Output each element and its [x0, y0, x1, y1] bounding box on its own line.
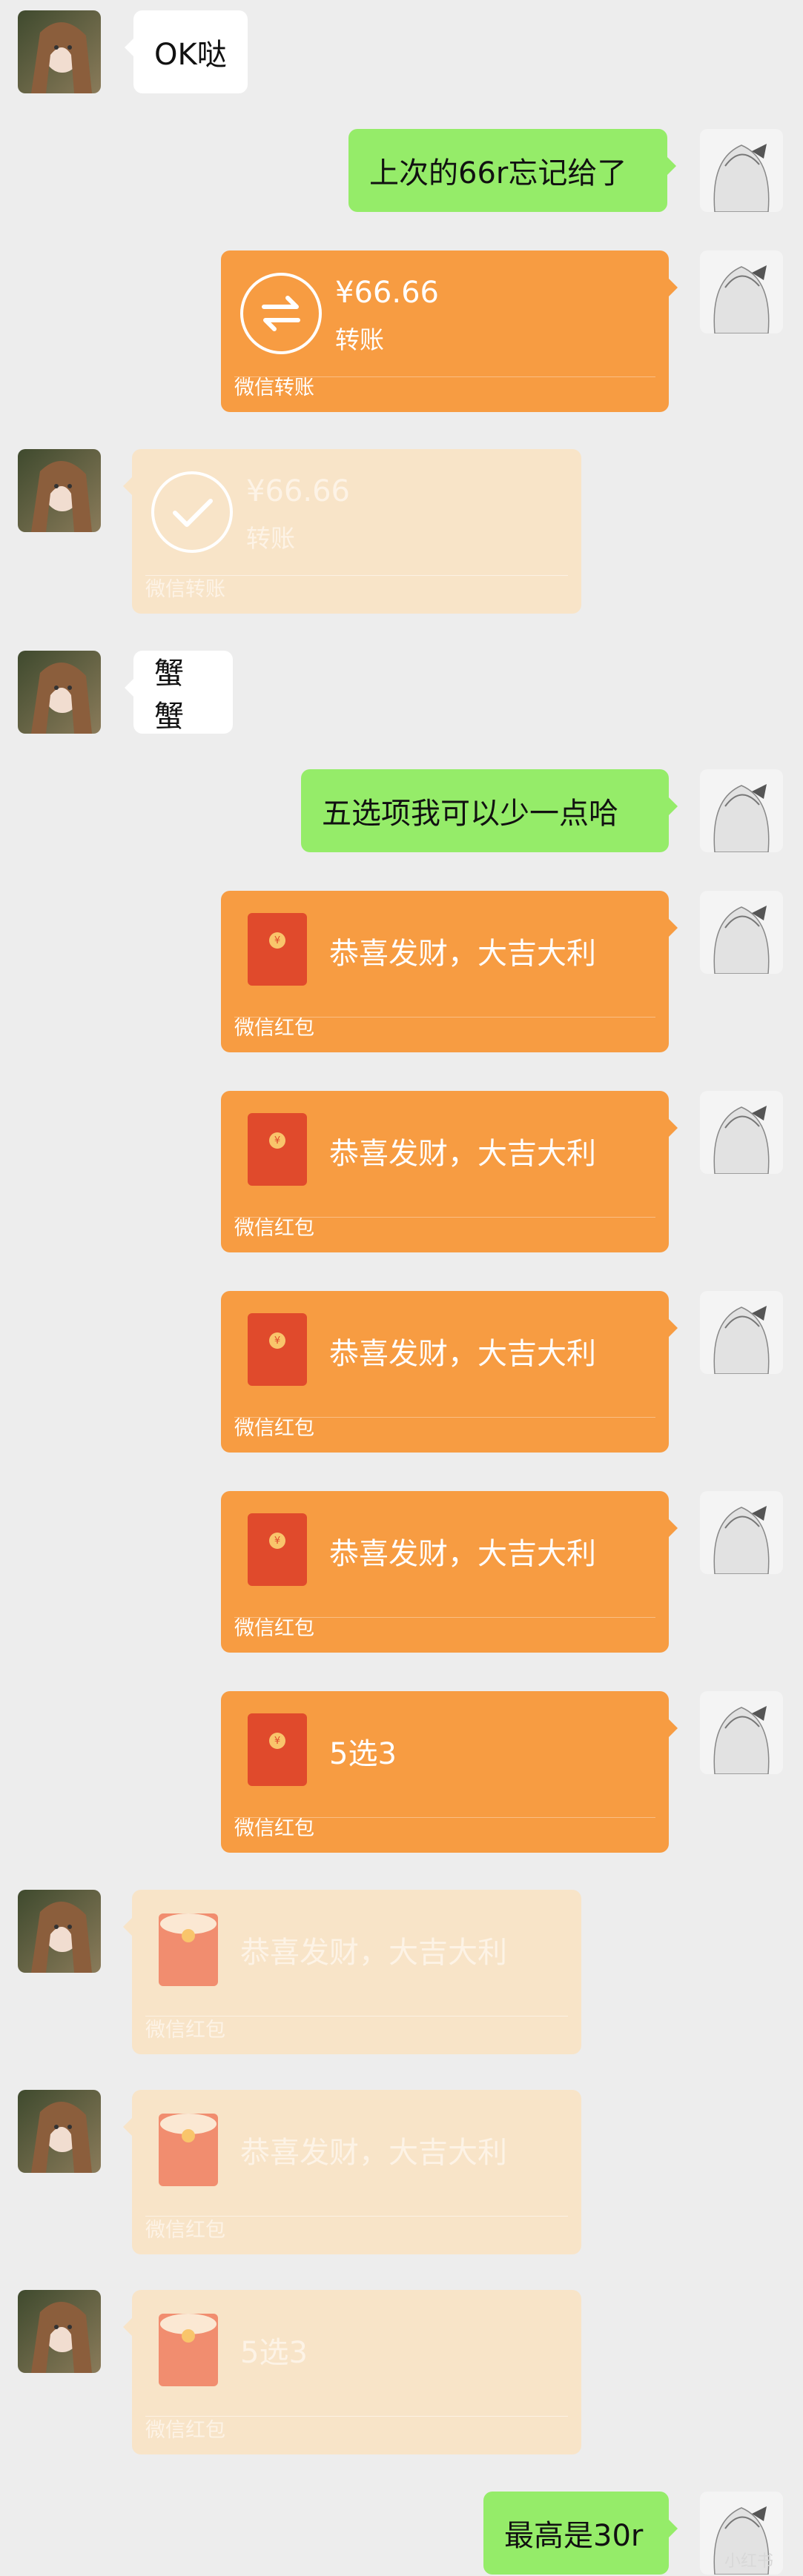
message-text: 最高是30r — [504, 2519, 644, 2553]
my-avatar[interactable] — [700, 129, 783, 212]
message-text: 上次的66r忘记给了 — [369, 156, 627, 190]
coin-icon: ¥ — [269, 1332, 285, 1349]
red-packet-icon: ¥ — [248, 1713, 307, 1786]
transfer-card-received[interactable]: ¥66.66 转账 微信转账 — [123, 449, 581, 614]
card-footer: 微信转账 — [234, 376, 314, 399]
message-text: 五选项我可以少一点哈 — [322, 797, 618, 831]
contact-avatar[interactable] — [18, 10, 101, 93]
my-avatar[interactable] — [700, 1691, 783, 1774]
message-text: 蟹蟹 — [154, 657, 184, 734]
card-footer: 微信红包 — [145, 2419, 225, 2442]
red-packet-icon: ¥ — [248, 913, 307, 986]
contact-avatar[interactable] — [18, 651, 101, 734]
red-packet-card-opened[interactable]: 恭喜发财，大吉大利 微信红包 — [123, 2090, 581, 2254]
message-bubble[interactable]: 上次的66r忘记给了 — [348, 129, 676, 212]
red-packet-title: 恭喜发财，大吉大利 — [240, 2136, 507, 2170]
card-footer: 微信红包 — [234, 1617, 314, 1640]
coin-icon: ¥ — [269, 1533, 285, 1549]
my-avatar[interactable] — [700, 1291, 783, 1374]
transfer-label: 转账 — [246, 524, 295, 553]
red-packet-card-opened[interactable]: 恭喜发财，大吉大利 微信红包 — [123, 1890, 581, 2054]
my-avatar[interactable] — [700, 1091, 783, 1174]
my-avatar[interactable] — [700, 1491, 783, 1574]
red-packet-card[interactable]: ¥ 恭喜发财，大吉大利 微信红包 — [221, 1291, 678, 1453]
transfer-amount: ¥66.66 — [246, 474, 350, 508]
red-packet-card[interactable]: ¥ 恭喜发财，大吉大利 微信红包 — [221, 891, 678, 1052]
my-avatar[interactable] — [700, 891, 783, 974]
card-footer: 微信红包 — [234, 1217, 314, 1240]
red-packet-card[interactable]: ¥ 5选3 微信红包 — [221, 1691, 678, 1853]
red-packet-icon: ¥ — [248, 1113, 307, 1186]
red-packet-card-opened[interactable]: 5选3 微信红包 — [123, 2290, 581, 2454]
check-icon — [151, 471, 233, 553]
contact-avatar[interactable] — [18, 1890, 101, 1973]
red-packet-title: 5选3 — [240, 2336, 308, 2370]
red-packet-card[interactable]: ¥ 恭喜发财，大吉大利 微信红包 — [221, 1491, 678, 1653]
message-bubble[interactable]: 最高是30r — [483, 2492, 678, 2575]
red-packet-card[interactable]: ¥ 恭喜发财，大吉大利 微信红包 — [221, 1091, 678, 1252]
transfer-label: 转账 — [335, 325, 384, 354]
red-packet-icon: ¥ — [248, 1513, 307, 1586]
opened-red-packet-icon — [159, 1913, 218, 1986]
red-packet-title: 恭喜发财，大吉大利 — [329, 1337, 596, 1371]
red-packet-icon: ¥ — [248, 1313, 307, 1386]
card-footer: 微信红包 — [234, 1417, 314, 1440]
message-bubble[interactable]: 蟹蟹 — [125, 651, 233, 734]
coin-icon: ¥ — [269, 1132, 285, 1149]
card-footer: 微信红包 — [234, 1017, 314, 1040]
opened-red-packet-icon — [159, 2114, 218, 2186]
card-footer: 微信红包 — [234, 1817, 314, 1840]
contact-avatar[interactable] — [18, 2090, 101, 2173]
red-packet-title: 恭喜发财，大吉大利 — [240, 1936, 507, 1970]
coin-icon: ¥ — [269, 932, 285, 949]
message-bubble[interactable]: OK哒 — [125, 10, 248, 93]
coin-icon: ¥ — [269, 1733, 285, 1749]
opened-red-packet-icon — [159, 2314, 218, 2386]
card-footer: 微信红包 — [145, 2219, 225, 2242]
transfer-icon — [240, 273, 322, 354]
card-footer: 微信红包 — [145, 2019, 225, 2042]
message-bubble[interactable]: 五选项我可以少一点哈 — [301, 769, 678, 852]
red-packet-title: 恭喜发财，大吉大利 — [329, 937, 596, 971]
watermark: 小红书 — [724, 2552, 773, 2571]
message-text: OK哒 — [154, 38, 227, 72]
transfer-card[interactable]: ¥66.66 转账 微信转账 — [221, 250, 678, 412]
contact-avatar[interactable] — [18, 449, 101, 532]
red-packet-title: 恭喜发财，大吉大利 — [329, 1537, 596, 1571]
contact-avatar[interactable] — [18, 2290, 101, 2373]
red-packet-title: 5选3 — [329, 1737, 397, 1771]
transfer-amount: ¥66.66 — [335, 276, 439, 310]
red-packet-title: 恭喜发财，大吉大利 — [329, 1137, 596, 1171]
my-avatar[interactable] — [700, 769, 783, 852]
my-avatar[interactable] — [700, 250, 783, 333]
card-footer: 微信转账 — [145, 578, 225, 601]
